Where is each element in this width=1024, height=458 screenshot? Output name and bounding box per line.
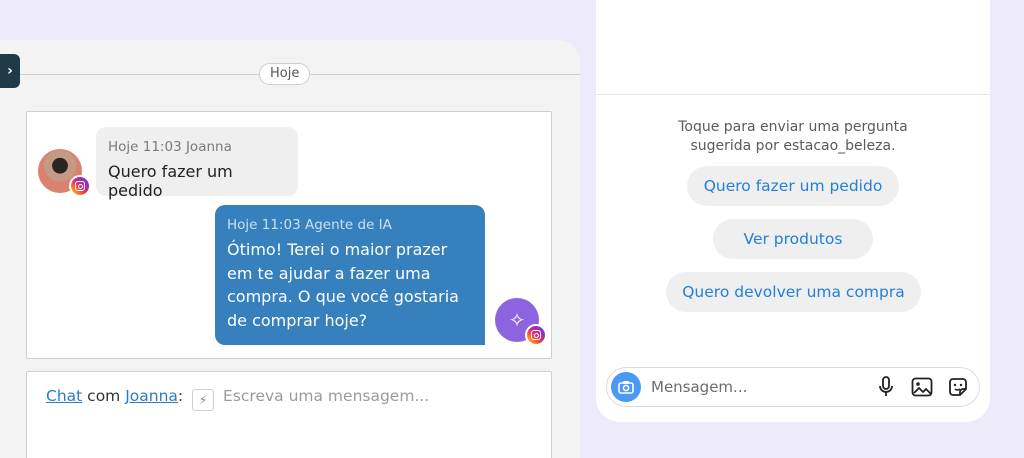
sticker-icon[interactable]	[945, 374, 971, 400]
contact-link[interactable]: Joanna	[125, 387, 178, 405]
colon: :	[177, 387, 184, 405]
hint-line-1: Toque para enviar uma pergunta	[678, 119, 908, 135]
hint-line-2: sugerida por estacao_beleza.	[690, 138, 896, 154]
incoming-message: Hoje 11:03 Joanna Quero fazer um pedido	[96, 127, 298, 200]
camera-icon[interactable]	[611, 372, 641, 402]
message-text: Quero fazer um pedido	[108, 162, 233, 200]
date-label: Hoje	[259, 63, 311, 85]
lightning-icon[interactable]: ⚡	[192, 389, 215, 411]
outgoing-message: Hoje 11:03 Agente de IA Ótimo! Terei o m…	[215, 205, 485, 345]
chat-link[interactable]: Chat	[46, 387, 82, 405]
chat-panel: › Hoje Hoje 11:03 Joanna Quero fazer um …	[0, 40, 580, 458]
with-word: com	[87, 387, 121, 405]
microphone-icon[interactable]	[873, 374, 899, 400]
message-meta: Hoje 11:03 Joanna	[108, 139, 232, 155]
chevron-right-icon: ›	[7, 63, 13, 79]
instagram-icon	[69, 175, 91, 197]
suggestion-chip[interactable]: Ver produtos	[713, 219, 873, 259]
sidebar-toggle-button[interactable]: ›	[0, 54, 20, 88]
instagram-message-input[interactable]: Mensagem...	[651, 378, 863, 396]
message-meta: Hoje 11:03 Agente de IA	[227, 217, 392, 233]
message-composer[interactable]: Chat com Joanna: ⚡ Escreva uma mensagem.…	[26, 371, 552, 458]
image-icon[interactable]	[909, 374, 935, 400]
message-input[interactable]: Escreva uma mensagem...	[223, 387, 429, 405]
instagram-icon	[525, 324, 547, 346]
suggestion-chip[interactable]: Quero devolver uma compra	[666, 272, 921, 312]
instagram-message-bar: Mensagem...	[606, 367, 980, 407]
message-text: Ótimo! Terei o maior prazer em te ajudar…	[227, 240, 459, 330]
suggestions-hint: Toque para enviar uma pergunta sugerida …	[596, 118, 990, 156]
divider	[596, 94, 990, 95]
messages-area: Hoje 11:03 Joanna Quero fazer um pedido …	[26, 111, 552, 359]
suggestion-chip[interactable]: Quero fazer um pedido	[687, 166, 899, 206]
instagram-dm-panel: Toque para enviar uma pergunta sugerida …	[596, 0, 990, 422]
sparkles-icon: ✧	[508, 308, 526, 332]
